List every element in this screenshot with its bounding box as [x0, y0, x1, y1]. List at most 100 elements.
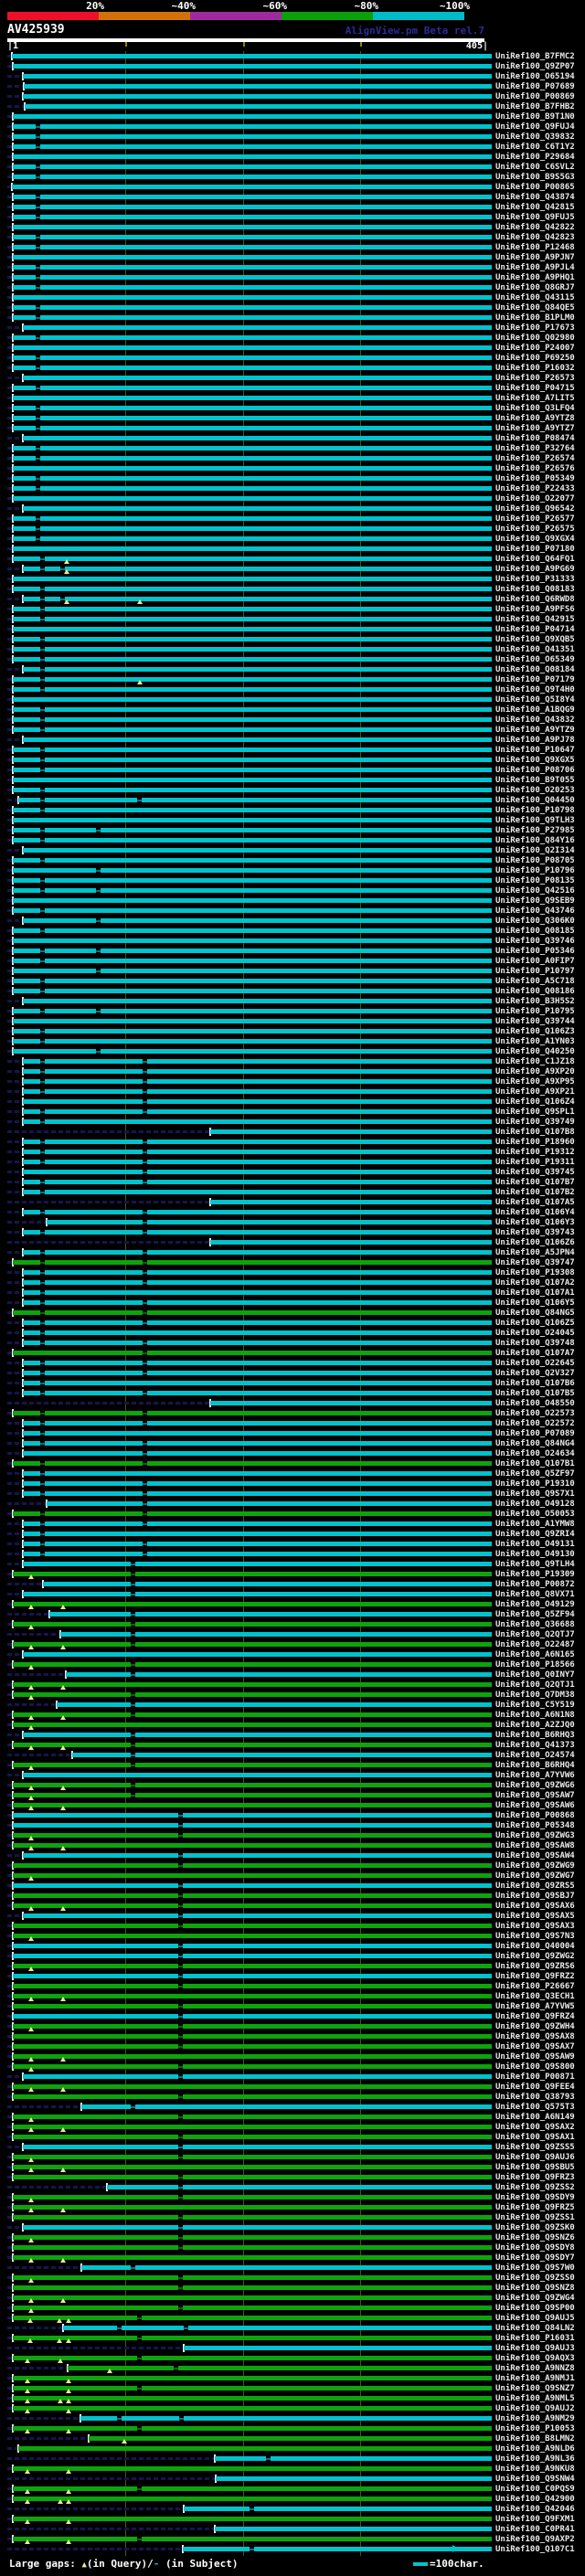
alignment-bar[interactable]	[23, 1079, 492, 1084]
hit-label[interactable]: UniRef100_P26575	[495, 525, 575, 534]
alignment-bar[interactable]	[89, 2436, 492, 2441]
alignment-bar[interactable]	[23, 436, 492, 440]
alignment-bar[interactable]	[13, 1310, 492, 1315]
alignment-bar[interactable]	[13, 617, 492, 621]
alignment-bar[interactable]	[13, 456, 492, 461]
hit-label[interactable]: UniRef100_Q39744	[495, 1017, 575, 1026]
hit-label[interactable]: UniRef100_Q9ZRS5	[495, 1882, 575, 1891]
hit-label[interactable]: UniRef100_C6SVL2	[495, 163, 575, 172]
alignment-bar[interactable]	[23, 737, 492, 742]
alignment-bar[interactable]	[23, 1280, 492, 1285]
alignment-bar[interactable]	[13, 1903, 492, 1908]
alignment-bar[interactable]	[13, 446, 492, 451]
hit-label[interactable]: UniRef100_A9YTZ9	[495, 726, 575, 735]
alignment-bar[interactable]	[13, 878, 492, 883]
hit-label[interactable]: UniRef100_P18566	[495, 1660, 575, 1670]
alignment-bar[interactable]	[13, 657, 492, 662]
alignment-bar[interactable]	[23, 1059, 492, 1064]
hit-label[interactable]: UniRef100_Q107B8	[495, 1128, 575, 1137]
hit-label[interactable]: UniRef100_A9PJL4	[495, 263, 575, 272]
hit-label[interactable]: UniRef100_C5Y519	[495, 1701, 575, 1710]
alignment-bar[interactable]	[13, 2155, 492, 2159]
hit-label[interactable]: UniRef100_B8LMN2	[495, 2434, 575, 2443]
hit-label[interactable]: UniRef100_Q9SPL1	[495, 1108, 575, 1117]
hit-label[interactable]: UniRef100_P00871	[495, 2072, 575, 2082]
alignment-bar[interactable]	[13, 476, 492, 481]
alignment-bar[interactable]	[13, 1723, 492, 1727]
hit-label[interactable]: UniRef100_Q9FUJ5	[495, 213, 575, 222]
hit-label[interactable]: UniRef100_Q36688	[495, 1620, 575, 1629]
hit-label[interactable]: UniRef100_Q9S7N3	[495, 1932, 575, 1941]
hit-label[interactable]: UniRef100_O20253	[495, 786, 575, 795]
hit-label[interactable]: UniRef100_Q84LN2	[495, 2324, 575, 2333]
alignment-bar[interactable]	[13, 426, 492, 430]
hit-label[interactable]: UniRef100_Q9ZWG7	[495, 1871, 575, 1881]
alignment-bar[interactable]	[13, 225, 492, 229]
hit-label[interactable]: UniRef100_O22645	[495, 1359, 575, 1368]
hit-label[interactable]: UniRef100_Q9SAX3	[495, 1922, 575, 1931]
hit-label[interactable]: UniRef100_P07089	[495, 1429, 575, 1438]
hit-label[interactable]: UniRef100_Q8VX71	[495, 1590, 575, 1599]
alignment-bar[interactable]	[23, 94, 492, 99]
alignment-bar[interactable]	[13, 1049, 492, 1054]
alignment-bar[interactable]	[13, 2295, 492, 2300]
hit-label[interactable]: UniRef100_Q107B6	[495, 1379, 575, 1388]
alignment-bar[interactable]	[23, 1190, 492, 1194]
hit-label[interactable]: UniRef100_Q8GRJ7	[495, 283, 575, 292]
alignment-bar[interactable]	[23, 1652, 492, 1657]
alignment-bar[interactable]	[13, 938, 492, 943]
hit-label[interactable]: UniRef100_Q9FXM1	[495, 2515, 575, 2524]
alignment-bar[interactable]	[13, 1692, 492, 1697]
hit-label[interactable]: UniRef100_P19308	[495, 1268, 575, 1277]
alignment-bar[interactable]	[13, 285, 492, 290]
hit-label[interactable]: UniRef100_Q0INY7	[495, 1670, 575, 1680]
hit-label[interactable]: UniRef100_A9XP20	[495, 1067, 575, 1076]
hit-label[interactable]: UniRef100_A6N149	[495, 2113, 575, 2122]
alignment-bar[interactable]	[13, 366, 492, 370]
alignment-bar[interactable]	[13, 949, 492, 953]
hit-label[interactable]: UniRef100_P31333	[495, 575, 575, 584]
hit-label[interactable]: UniRef100_Q40004	[495, 1942, 575, 1951]
hit-label[interactable]: UniRef100_Q107B7	[495, 1178, 575, 1187]
hit-label[interactable]: UniRef100_Q39749	[495, 1118, 575, 1127]
alignment-bar[interactable]	[81, 2104, 492, 2109]
alignment-bar[interactable]	[13, 295, 492, 300]
alignment-bar[interactable]	[23, 2225, 492, 2230]
hit-label[interactable]: UniRef100_Q9SNZ7	[495, 2384, 575, 2393]
hit-label[interactable]: UniRef100_Q39746	[495, 937, 575, 946]
alignment-bar[interactable]	[13, 406, 492, 410]
hit-label[interactable]: UniRef100_Q9S800	[495, 2062, 575, 2072]
hit-label[interactable]: UniRef100_O22487	[495, 1640, 575, 1649]
hit-label[interactable]: UniRef100_B6RHQ3	[495, 1731, 575, 1740]
alignment-bar[interactable]	[43, 1582, 492, 1586]
hit-label[interactable]: UniRef100_P10798	[495, 806, 575, 815]
alignment-bar[interactable]	[184, 2346, 492, 2350]
alignment-bar[interactable]	[13, 305, 492, 310]
hit-label[interactable]: UniRef100_P26577	[495, 514, 575, 524]
alignment-bar[interactable]	[13, 727, 492, 732]
hit-label[interactable]: UniRef100_Q9ZWG3	[495, 1831, 575, 1840]
hit-label[interactable]: UniRef100_C0PQS9	[495, 2485, 575, 2494]
alignment-bar[interactable]	[13, 2115, 492, 2119]
alignment-bar[interactable]	[13, 888, 492, 893]
hit-label[interactable]: UniRef100_Q43746	[495, 906, 575, 916]
alignment-bar[interactable]	[23, 1109, 492, 1114]
alignment-bar[interactable]	[13, 1411, 492, 1415]
hit-label[interactable]: UniRef100_Q9AUJ6	[495, 2153, 575, 2162]
hit-label[interactable]: UniRef100_A9NMJ1	[495, 2374, 575, 2383]
hit-label[interactable]: UniRef100_A6N165	[495, 1650, 575, 1659]
alignment-bar[interactable]	[23, 1592, 492, 1596]
hit-label[interactable]: UniRef100_Q106Y5	[495, 1299, 575, 1308]
hit-label[interactable]: UniRef100_Q9ZRS6	[495, 1962, 575, 1971]
hit-label[interactable]: UniRef100_Q84NG5	[495, 1309, 575, 1318]
hit-label[interactable]: UniRef100_Q9ZSK0	[495, 2223, 575, 2232]
alignment-bar[interactable]	[13, 124, 492, 129]
hit-label[interactable]: UniRef100_Q9FRZ2	[495, 1972, 575, 1981]
hit-label[interactable]: UniRef100_P69250	[495, 354, 575, 363]
hit-label[interactable]: UniRef100_Q9XGX4	[495, 535, 575, 544]
hit-label[interactable]: UniRef100_Q107A7	[495, 1349, 575, 1358]
alignment-bar[interactable]	[215, 2527, 492, 2531]
alignment-bar[interactable]	[49, 1612, 492, 1617]
hit-label[interactable]: UniRef100_Q106Y4	[495, 1208, 575, 1217]
hit-label[interactable]: UniRef100_A1BQG9	[495, 705, 575, 715]
